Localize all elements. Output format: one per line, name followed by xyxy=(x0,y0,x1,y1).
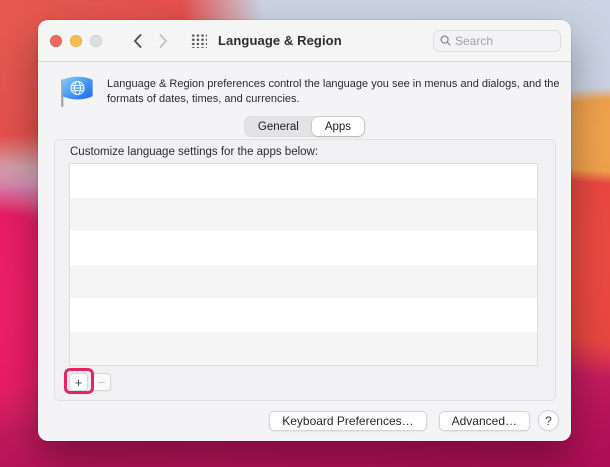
description-line-1: Language & Region preferences control th… xyxy=(107,78,560,90)
tab-apps[interactable]: Apps xyxy=(311,117,365,136)
tab-general[interactable]: General xyxy=(245,117,312,136)
search-icon xyxy=(440,35,451,46)
show-all-grid-icon[interactable] xyxy=(190,33,207,48)
search-field[interactable] xyxy=(433,29,561,52)
back-button[interactable] xyxy=(126,29,148,53)
chevron-right-icon xyxy=(159,33,168,48)
language-region-flag-icon xyxy=(57,71,96,111)
footer: Keyboard Preferences… Advanced… ? xyxy=(269,410,559,431)
list-row xyxy=(70,331,537,365)
help-button[interactable]: ? xyxy=(538,410,559,431)
preference-description: Language & Region preferences control th… xyxy=(107,77,560,107)
list-row xyxy=(70,264,537,298)
tab-bar: General Apps xyxy=(38,116,571,137)
window-title: Language & Region xyxy=(218,33,342,48)
remove-app-button[interactable]: − xyxy=(92,373,111,391)
desktop-wallpaper: Language & Region Search Language & Regi… xyxy=(0,0,610,467)
toolbar: Language & Region xyxy=(38,20,571,62)
chevron-left-icon xyxy=(133,33,142,48)
zoom-button[interactable] xyxy=(90,34,102,47)
list-row xyxy=(70,298,537,332)
apps-list[interactable] xyxy=(69,163,538,366)
traffic-lights xyxy=(50,34,102,47)
close-button[interactable] xyxy=(50,34,62,47)
minimize-button[interactable] xyxy=(70,34,82,47)
add-app-button[interactable]: + xyxy=(69,373,88,391)
advanced-button[interactable]: Advanced… xyxy=(438,410,530,431)
add-remove-controls: + − xyxy=(69,373,111,391)
header: Language & Region preferences control th… xyxy=(57,71,560,111)
language-region-window: Language & Region Search Language & Regi… xyxy=(38,20,571,441)
apps-list-label: Customize language settings for the apps… xyxy=(70,146,319,158)
list-row xyxy=(70,197,537,231)
list-row xyxy=(70,164,537,198)
description-line-2: formats of dates, times, and currencies. xyxy=(107,93,300,105)
apps-panel-well: Customize language settings for the apps… xyxy=(54,139,556,401)
list-row xyxy=(70,231,537,265)
segmented-control: General Apps xyxy=(243,116,366,137)
search-input[interactable] xyxy=(455,33,554,48)
forward-button[interactable] xyxy=(152,29,174,53)
keyboard-preferences-button[interactable]: Keyboard Preferences… xyxy=(269,410,427,431)
